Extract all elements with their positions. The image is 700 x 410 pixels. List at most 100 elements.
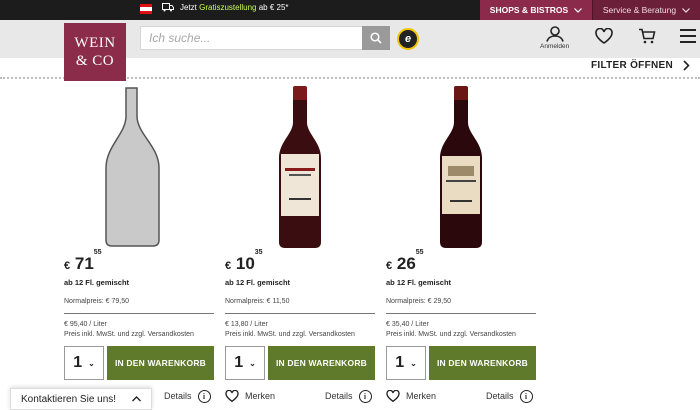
details-link[interactable]: Details i xyxy=(164,386,211,406)
search-input[interactable] xyxy=(141,27,363,49)
product-price: € 7155 xyxy=(64,249,102,274)
price-per-liter: € 35,40 / Liter xyxy=(386,321,429,328)
heart-icon xyxy=(386,390,400,402)
chevron-down-icon xyxy=(574,7,583,13)
shipping-prefix: Jetzt xyxy=(180,3,197,12)
search-button[interactable] xyxy=(362,26,390,50)
details-link[interactable]: Details i xyxy=(325,386,372,406)
search-box xyxy=(140,26,390,50)
quantity-select[interactable]: 1 ⌄ xyxy=(225,346,265,380)
chevron-down-icon: ⌄ xyxy=(249,358,256,368)
service-label: Service & Beratung xyxy=(602,5,677,15)
price-main: 71 xyxy=(74,254,94,273)
normal-price: Normalpreis: € 11,50 xyxy=(225,298,290,305)
price-per-liter: € 95,40 / Liter xyxy=(64,321,107,328)
chevron-down-icon xyxy=(682,7,691,13)
mixed-case-label: ab 12 Fl. gemischt xyxy=(64,278,130,287)
price-cents: 35 xyxy=(254,249,263,257)
shipping-notice: Jetzt Gratiszustellung ab € 25* xyxy=(162,3,289,12)
price-divider xyxy=(225,313,375,314)
details-label: Details xyxy=(486,391,514,401)
price-main: 10 xyxy=(235,254,255,273)
chevron-down-icon: ⌄ xyxy=(410,358,417,368)
price-currency: € xyxy=(64,260,71,272)
normal-price: Normalpreis: € 29,50 xyxy=(386,298,451,305)
trusted-shops-badge[interactable]: e xyxy=(397,28,419,50)
login-label: Anmelden xyxy=(540,43,570,50)
add-to-cart-button[interactable]: IN DEN WARENKORB xyxy=(107,346,214,380)
merken-button[interactable]: Merken xyxy=(225,386,275,406)
truck-icon xyxy=(162,3,174,12)
filter-label: FILTER ÖFFNEN xyxy=(590,60,673,71)
login-button[interactable]: Anmelden xyxy=(540,26,569,50)
add-to-cart-button[interactable]: IN DEN WARENKORB xyxy=(268,346,375,380)
quantity-select[interactable]: 1 ⌄ xyxy=(386,346,426,380)
merken-label: Merken xyxy=(406,391,437,401)
service-menu[interactable]: Service & Beratung xyxy=(592,0,700,20)
quantity-value: 1 xyxy=(73,354,83,371)
site-logo[interactable]: WEIN & CO xyxy=(64,23,126,81)
tax-note: Preis inkl. MwSt. und zzgl. Versandkoste… xyxy=(225,331,355,338)
logo-line-2: & CO xyxy=(75,53,115,69)
shipping-highlight: Gratiszustellung xyxy=(199,3,257,12)
price-currency: € xyxy=(386,260,393,272)
product-price: € 2655 xyxy=(386,249,424,274)
cart-button[interactable] xyxy=(638,28,656,44)
heart-icon xyxy=(595,28,613,44)
shops-bistros-label: SHOPS & BISTROS xyxy=(489,5,569,15)
quantity-value: 1 xyxy=(234,354,244,371)
red-wine-bottle-image[interactable] xyxy=(225,82,375,252)
price-currency: € xyxy=(225,260,232,272)
red-wine-bottle-image[interactable] xyxy=(386,82,536,252)
price-cents: 55 xyxy=(415,249,424,257)
price-divider xyxy=(386,313,536,314)
menu-bar xyxy=(680,35,696,37)
chevron-up-icon xyxy=(132,396,141,402)
mixed-case-label: ab 12 Fl. gemischt xyxy=(225,278,291,287)
tax-note: Preis inkl. MwSt. und zzgl. Versandkoste… xyxy=(386,331,516,338)
search-icon xyxy=(370,32,382,44)
product-card: € 7155 ab 12 Fl. gemischt Normalpreis: €… xyxy=(64,82,214,382)
shops-bistros-menu[interactable]: SHOPS & BISTROS xyxy=(480,0,592,20)
site-header: WEIN & CO e Anmelden xyxy=(0,20,700,81)
austria-flag-icon xyxy=(140,4,152,14)
product-card: € 1035 ab 12 Fl. gemischt Normalpreis: €… xyxy=(225,82,375,382)
contact-label: Kontaktieren Sie uns! xyxy=(21,393,117,405)
user-icon xyxy=(545,26,564,42)
details-label: Details xyxy=(325,391,353,401)
hamburger-menu-button[interactable] xyxy=(680,29,696,47)
top-bar: Jetzt Gratiszustellung ab € 25* SHOPS & … xyxy=(0,0,700,20)
merken-label: Merken xyxy=(245,391,276,401)
mixed-case-label: ab 12 Fl. gemischt xyxy=(386,278,452,287)
contact-widget[interactable]: Kontaktieren Sie uns! xyxy=(10,388,152,410)
product-card: € 2655 ab 12 Fl. gemischt Normalpreis: €… xyxy=(386,82,536,382)
details-label: Details xyxy=(164,391,192,401)
quantity-value: 1 xyxy=(395,354,405,371)
shipping-suffix: ab € 25* xyxy=(258,3,289,12)
price-per-liter: € 13,80 / Liter xyxy=(225,321,268,328)
cart-icon xyxy=(639,28,656,44)
info-icon: i xyxy=(358,389,372,403)
merken-button[interactable]: Merken xyxy=(386,386,436,406)
product-price: € 1035 xyxy=(225,249,263,274)
normal-price: Normalpreis: € 79,50 xyxy=(64,298,129,305)
wishlist-button[interactable] xyxy=(595,28,613,44)
price-cents: 55 xyxy=(93,249,102,257)
menu-bar xyxy=(680,29,696,31)
details-link[interactable]: Details i xyxy=(486,386,533,406)
add-to-cart-button[interactable]: IN DEN WARENKORB xyxy=(429,346,536,380)
price-divider xyxy=(64,313,214,314)
tax-note: Preis inkl. MwSt. und zzgl. Versandkoste… xyxy=(64,331,194,338)
menu-bar xyxy=(680,41,696,43)
shipping-text: Jetzt Gratiszustellung ab € 25* xyxy=(180,3,289,12)
info-icon: i xyxy=(197,389,211,403)
quantity-select[interactable]: 1 ⌄ xyxy=(64,346,104,380)
bottle-placeholder-image[interactable] xyxy=(64,82,214,252)
price-main: 26 xyxy=(396,254,416,273)
heart-icon xyxy=(225,390,239,402)
filter-toggle[interactable]: FILTER ÖFFNEN xyxy=(591,60,690,71)
info-icon: i xyxy=(519,389,533,403)
chevron-down-icon: ⌄ xyxy=(88,358,95,368)
chevron-right-icon xyxy=(683,60,690,71)
logo-line-1: WEIN xyxy=(74,35,116,51)
